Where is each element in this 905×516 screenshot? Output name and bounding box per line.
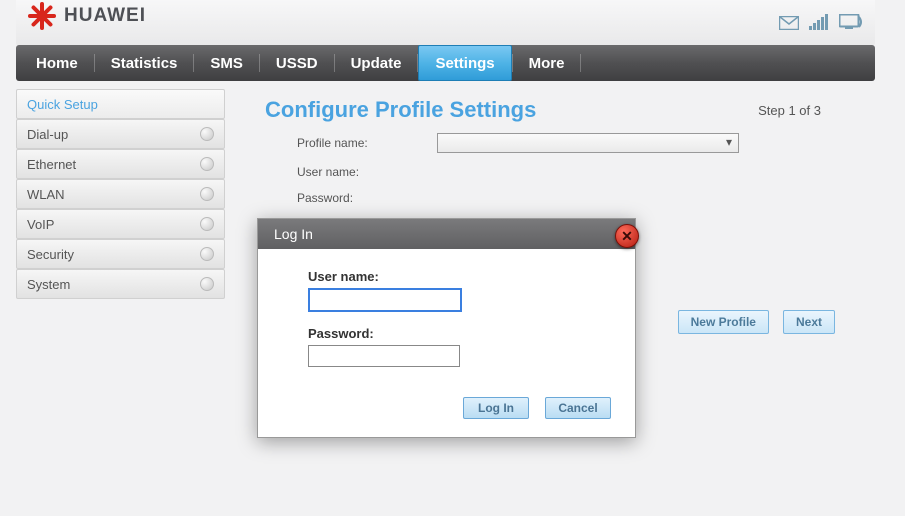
modal-title-bar: Log In ✕	[258, 219, 635, 249]
username-label: User name:	[308, 269, 585, 284]
password-input[interactable]	[308, 345, 460, 367]
login-modal: Log In ✕ User name: Password: Log In Can…	[257, 218, 636, 438]
password-label: Password:	[308, 326, 585, 341]
close-icon[interactable]: ✕	[615, 224, 639, 248]
username-input[interactable]	[308, 288, 462, 312]
modal-title: Log In	[274, 226, 313, 242]
login-button[interactable]: Log In	[463, 397, 529, 419]
cancel-button[interactable]: Cancel	[545, 397, 611, 419]
